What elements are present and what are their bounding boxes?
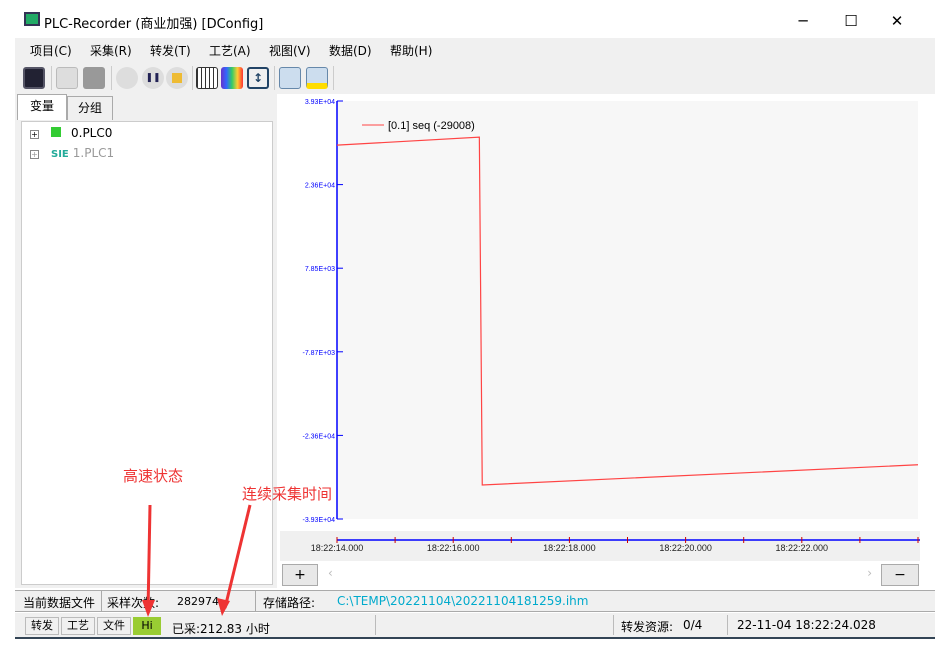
process-status: 工艺 (61, 617, 95, 635)
expand-icon[interactable]: + (30, 130, 39, 139)
fit-vertical-icon[interactable]: ↕ (247, 67, 269, 89)
y-tick-label: -3.93E+04 (303, 517, 336, 524)
trend-chart[interactable]: 3.93E+04 2.36E+04 7.85E+03 -7.87E+03 -2.36E+… (280, 94, 920, 588)
color-palette-icon[interactable] (221, 67, 243, 89)
menu-project[interactable]: 项目(C) (30, 42, 72, 59)
menu-view[interactable]: 视图(V) (269, 42, 311, 59)
open-folder-icon[interactable] (56, 67, 78, 89)
status-icon (51, 127, 61, 137)
tree-node-plc1[interactable]: + SIE 1.PLC1 (30, 146, 114, 160)
annotation-continuous-time: 连续采集时间 (242, 485, 333, 503)
storage-path[interactable]: C:\TEMP\20221104\20221104181259.ihm (337, 594, 588, 608)
separator (274, 66, 275, 90)
divider (255, 591, 256, 611)
chart-canvas: 3.93E+04 2.36E+04 7.85E+03 -7.87E+03 -2.36E+… (280, 99, 920, 561)
menu-bar: 项目(C) 采集(R) 转发(T) 工艺(A) 视图(V) 数据(D) 帮助(H… (15, 38, 935, 62)
tree-label: 0.PLC0 (71, 126, 113, 140)
y-tick-label: 7.85E+03 (305, 266, 335, 273)
file-status: 文件 (97, 617, 131, 635)
y-tick-label: -2.36E+04 (303, 433, 336, 440)
horizontal-scrollbar[interactable]: ‹ › (322, 564, 878, 586)
tab-variables[interactable]: 变量 (17, 94, 67, 120)
app-icon (24, 12, 40, 26)
left-pane: 变量 分组 +0.PLC0 + SIE 1.PLC1 (15, 94, 277, 588)
separator (192, 66, 193, 90)
separator (111, 66, 112, 90)
window-title: PLC-Recorder (商业加强) [DConfig] (44, 17, 264, 32)
tree-node-plc0[interactable]: +0.PLC0 (30, 126, 112, 140)
minimize-button[interactable]: ─ (780, 8, 826, 34)
high-speed-badge: Hi (133, 617, 161, 635)
forward-resource-label: 转发资源: (621, 620, 674, 634)
y-tick-label: -7.87E+03 (303, 350, 336, 357)
save-icon[interactable] (83, 67, 105, 89)
zoom-in-button[interactable]: + (282, 564, 318, 586)
tab-groups[interactable]: 分组 (67, 96, 113, 120)
save-chart-icon[interactable] (279, 67, 301, 89)
sample-count: 282974 (177, 595, 219, 608)
status-bar-runtime: 转发 工艺 文件 Hi 已采:212.83 小时 转发资源: 0/4 22-11… (15, 613, 935, 639)
scroll-right-icon[interactable]: › (867, 566, 872, 580)
divider (375, 615, 376, 635)
plot-area (337, 101, 918, 519)
menu-acquire[interactable]: 采集(R) (90, 42, 132, 59)
record-icon[interactable] (116, 67, 138, 89)
divider (101, 591, 102, 611)
siemens-icon: SIE (51, 149, 69, 160)
separator (51, 66, 52, 90)
maximize-button[interactable]: ☐ (828, 8, 874, 34)
stop-icon[interactable] (166, 67, 188, 89)
forward-resource: 0/4 (683, 618, 703, 632)
x-tick-label: 18:22:22.000 (776, 543, 829, 553)
x-tick-label: 18:22:20.000 (659, 543, 712, 553)
title-bar: PLC-Recorder (商业加强) [DConfig] ─ ☐ ✕ (0, 0, 950, 40)
pause-icon[interactable]: ❚❚ (142, 67, 164, 89)
menu-help[interactable]: 帮助(H) (390, 42, 432, 59)
menu-data[interactable]: 数据(D) (329, 42, 372, 59)
annotation-high-speed: 高速状态 (123, 467, 184, 485)
forward-status: 转发 (25, 617, 59, 635)
plc-rack-icon[interactable] (23, 67, 45, 89)
x-tick-label: 18:22:18.000 (543, 543, 596, 553)
y-tick-label: 3.93E+04 (305, 99, 335, 106)
separator (333, 66, 334, 90)
plc-tree: +0.PLC0 + SIE 1.PLC1 (21, 121, 273, 585)
scroll-left-icon[interactable]: ‹ (328, 566, 333, 580)
close-button[interactable]: ✕ (874, 8, 920, 34)
status-bar-file: 当前数据文件 采样次数: 282974 存储路径: C:\TEMP\202211… (15, 590, 935, 612)
sample-count-label: 采样次数: (107, 596, 160, 610)
elapsed-time: 已采:212.83 小时 (172, 622, 270, 636)
divider (727, 615, 728, 635)
tree-label: 1.PLC1 (72, 146, 115, 160)
expand-icon[interactable]: + (30, 150, 39, 159)
menu-forward[interactable]: 转发(T) (150, 42, 191, 59)
toolbar: ❚❚ ↕ (15, 62, 935, 94)
datetime: 22-11-04 18:22:24.028 (737, 618, 876, 632)
storage-path-label: 存储路径: (263, 596, 316, 610)
zoom-out-button[interactable]: − (881, 564, 919, 586)
current-file-label: 当前数据文件 (23, 596, 96, 610)
x-tick-label: 18:22:16.000 (427, 543, 480, 553)
legend-label: [0.1] seq (-29008) (388, 120, 475, 132)
open-chart-icon[interactable] (306, 67, 328, 89)
menu-process[interactable]: 工艺(A) (209, 42, 251, 59)
x-tick-label: 18:22:14.000 (311, 543, 364, 553)
divider (613, 615, 614, 635)
grid-icon[interactable] (196, 67, 218, 89)
y-tick-label: 2.36E+04 (305, 183, 335, 190)
